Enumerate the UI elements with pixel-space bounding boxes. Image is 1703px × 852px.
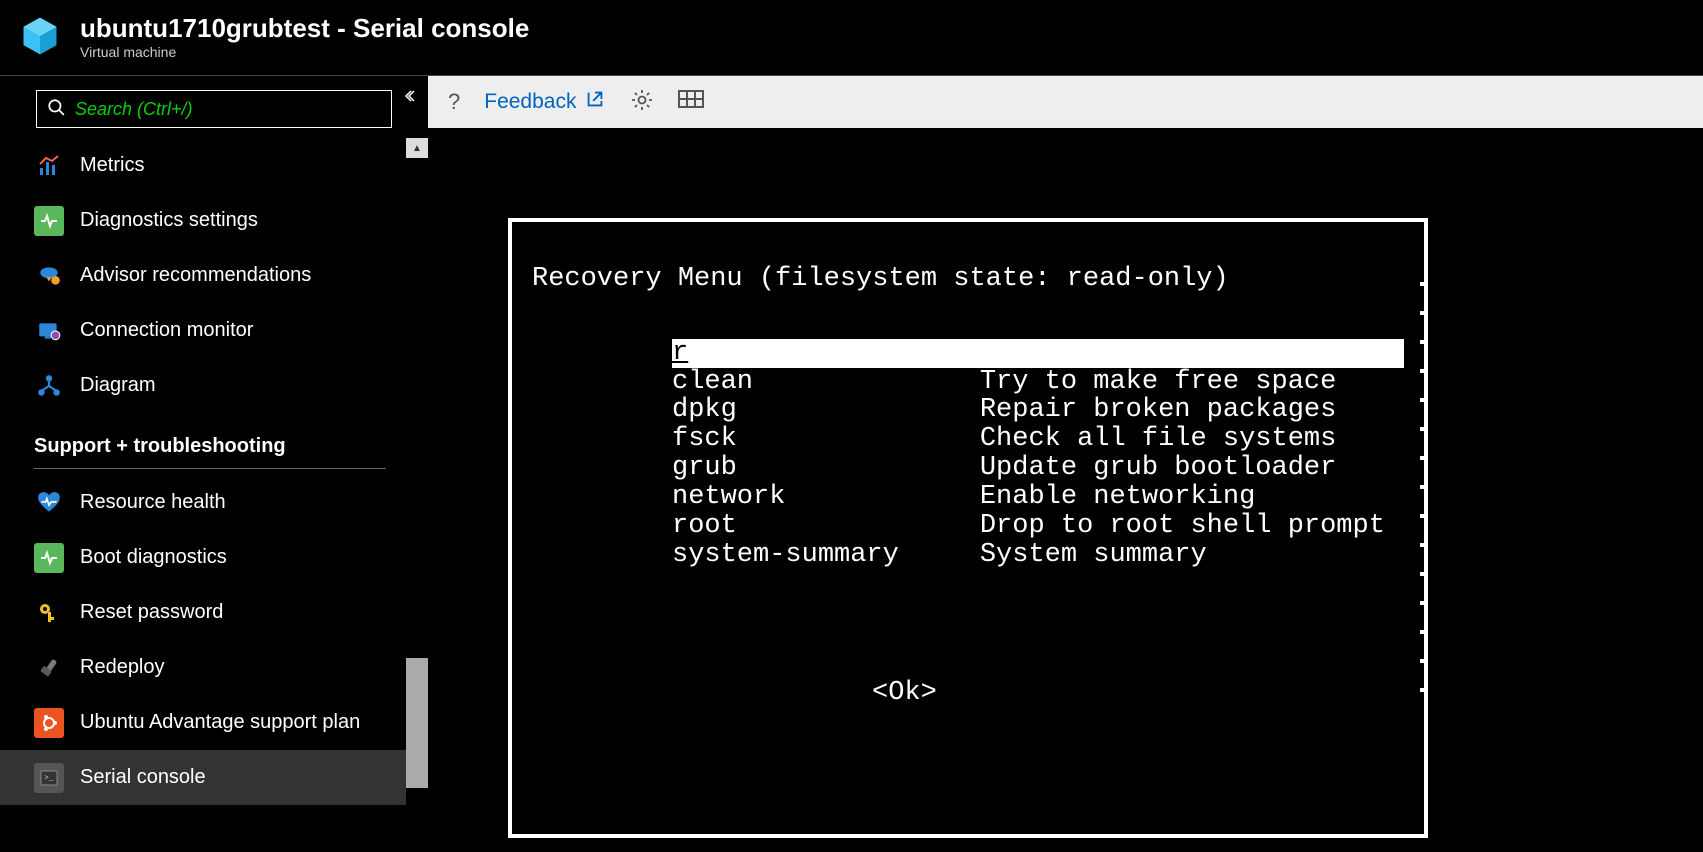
feedback-button[interactable]: Feedback [484, 88, 606, 116]
sidebar-item-label: Diagnostics settings [80, 209, 258, 232]
search-icon [47, 98, 65, 121]
serial-console-icon: >_ [34, 763, 64, 793]
sidebar-item-connection-monitor[interactable]: Connection monitor [34, 303, 414, 358]
svg-text:>_: >_ [44, 774, 54, 783]
sidebar-item-label: Connection monitor [80, 319, 253, 342]
sidebar-nav: Metrics Diagnostics settings Advisor rec… [0, 138, 428, 805]
recovery-menu-item-root[interactable]: root Drop to root shell prompt [672, 512, 1404, 541]
diagram-icon [34, 371, 64, 401]
ubuntu-icon [34, 708, 64, 738]
recovery-menu-item-system-summary[interactable]: system-summary System summary [672, 541, 1404, 570]
sidebar-item-ubuntu-advantage[interactable]: Ubuntu Advantage support plan [34, 695, 414, 750]
sidebar-item-advisor[interactable]: Advisor recommendations [34, 248, 414, 303]
sidebar-item-label: Advisor recommendations [80, 264, 311, 287]
recovery-menu-title: Recovery Menu (filesystem state: read-on… [532, 264, 1229, 294]
recovery-menu-box: Recovery Menu (filesystem state: read-on… [508, 218, 1428, 838]
sidebar-item-label: Metrics [80, 154, 144, 177]
recovery-menu-list: resume Resume normal boot clean Try to m… [672, 339, 1404, 570]
keyboard-icon [678, 90, 704, 110]
page-header: ubuntu1710grubtest - Serial console Virt… [0, 0, 1703, 76]
recovery-menu-item-network[interactable]: network Enable networking [672, 483, 1404, 512]
recovery-menu-item-clean[interactable]: clean Try to make free space [672, 368, 1404, 397]
sidebar: Metrics Diagnostics settings Advisor rec… [0, 76, 428, 852]
terminal-border-ticks [1420, 282, 1428, 717]
settings-button[interactable] [630, 88, 654, 117]
sidebar-item-diagram[interactable]: Diagram [34, 358, 414, 413]
toolbar: ? Feedback [428, 76, 1703, 128]
sidebar-item-label: Resource health [80, 491, 226, 514]
sidebar-scrollbar[interactable]: ▲ [406, 138, 428, 852]
recovery-menu-item-grub[interactable]: grub Update grub bootloader [672, 454, 1404, 483]
sidebar-section-support: Support + troubleshooting [34, 435, 386, 469]
serial-console-output[interactable]: Recovery Menu (filesystem state: read-on… [428, 128, 1703, 852]
key-icon [34, 598, 64, 628]
sidebar-item-label: Ubuntu Advantage support plan [80, 711, 360, 734]
recovery-menu-ok[interactable]: <Ok> [872, 679, 1404, 708]
scroll-up-arrow-icon[interactable]: ▲ [406, 138, 428, 158]
sidebar-item-label: Reset password [80, 601, 223, 624]
connection-monitor-icon [34, 316, 64, 346]
keyboard-button[interactable] [678, 90, 704, 115]
external-link-icon [584, 88, 606, 116]
scrollbar-thumb[interactable] [406, 658, 428, 788]
sidebar-item-label: Redeploy [80, 656, 165, 679]
search-input[interactable] [75, 99, 381, 120]
resource-health-icon [34, 488, 64, 518]
recovery-menu-item-fsck[interactable]: fsck Check all file systems [672, 425, 1404, 454]
recovery-menu-item-resume[interactable]: resume Resume normal boot [672, 339, 1404, 368]
sidebar-item-serial-console[interactable]: >_ Serial console [0, 750, 428, 805]
main-panel: ? Feedback Recovery Menu (filesy [428, 76, 1703, 852]
sidebar-item-metrics[interactable]: Metrics [34, 138, 414, 193]
search-box[interactable] [36, 90, 392, 128]
gear-icon [630, 88, 654, 112]
sidebar-item-label: Diagram [80, 374, 156, 397]
help-button[interactable]: ? [448, 89, 460, 115]
recovery-menu-item-dpkg[interactable]: dpkg Repair broken packages [672, 396, 1404, 425]
redeploy-icon [34, 653, 64, 683]
page-title: ubuntu1710grubtest - Serial console [80, 13, 529, 44]
sidebar-item-resource-health[interactable]: Resource health [34, 475, 414, 530]
sidebar-item-redeploy[interactable]: Redeploy [34, 640, 414, 695]
feedback-label: Feedback [484, 90, 576, 114]
diagnostics-icon [34, 206, 64, 236]
sidebar-item-label: Boot diagnostics [80, 546, 227, 569]
collapse-sidebar-button[interactable] [404, 88, 420, 107]
page-subtitle: Virtual machine [80, 44, 529, 60]
boot-diagnostics-icon [34, 543, 64, 573]
sidebar-item-diagnostics-settings[interactable]: Diagnostics settings [34, 193, 414, 248]
vm-cube-icon [18, 14, 62, 63]
sidebar-item-reset-password[interactable]: Reset password [34, 585, 414, 640]
sidebar-item-boot-diagnostics[interactable]: Boot diagnostics [34, 530, 414, 585]
metrics-icon [34, 151, 64, 181]
sidebar-item-label: Serial console [80, 766, 206, 789]
scrollbar-track[interactable] [406, 158, 428, 832]
advisor-icon [34, 261, 64, 291]
